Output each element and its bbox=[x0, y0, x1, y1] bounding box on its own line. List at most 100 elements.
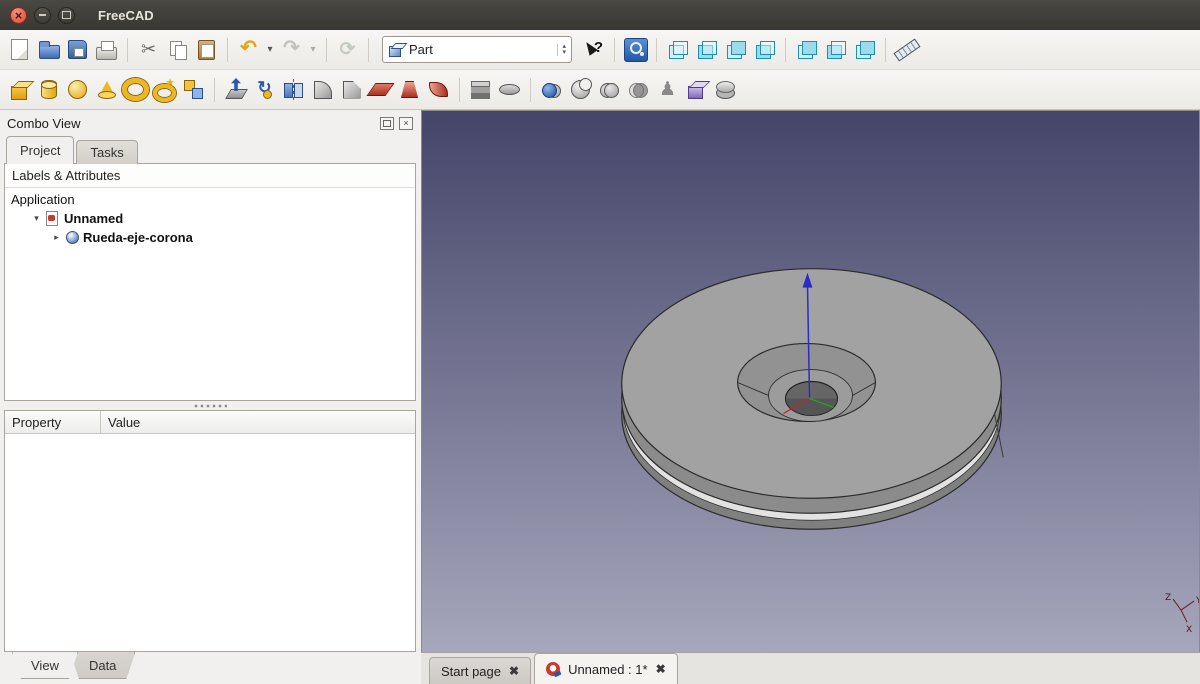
chamfer-icon[interactable] bbox=[338, 76, 365, 103]
property-editor: PropertyValue bbox=[4, 410, 416, 652]
panel-splitter[interactable] bbox=[4, 401, 416, 410]
shape-builder-icon[interactable] bbox=[180, 76, 207, 103]
close-tab-icon[interactable]: ✖ bbox=[509, 664, 519, 678]
toolbar-separator bbox=[785, 38, 786, 62]
mirror-icon[interactable] bbox=[280, 76, 307, 103]
union-icon[interactable] bbox=[596, 76, 623, 103]
redo-icon[interactable] bbox=[278, 36, 305, 63]
toolbar-part bbox=[0, 70, 1200, 110]
expander-closed-icon[interactable]: ▸ bbox=[51, 232, 62, 243]
expander-open-icon[interactable]: ▾ bbox=[31, 213, 42, 224]
combo-view-title: Combo View bbox=[7, 116, 375, 131]
model-tree: Application ▾ Unnamed▸ Rueda-eje-corona bbox=[5, 188, 415, 400]
shape-from-mesh-icon[interactable] bbox=[654, 76, 681, 103]
toolbar-separator bbox=[656, 38, 657, 62]
tree-item-label: Rueda-eje-corona bbox=[83, 230, 193, 245]
tree-item[interactable]: ▾ Unnamed bbox=[5, 209, 415, 228]
view-left-icon[interactable] bbox=[851, 36, 878, 63]
minimize-window-button[interactable] bbox=[34, 7, 51, 24]
close-tab-icon[interactable]: ✖ bbox=[656, 662, 666, 676]
extrude-icon[interactable] bbox=[222, 76, 249, 103]
undo-dropdown-icon[interactable] bbox=[264, 36, 276, 63]
copy-icon[interactable] bbox=[164, 36, 191, 63]
toolbar-separator bbox=[127, 38, 128, 62]
tab-project[interactable]: Project bbox=[6, 136, 74, 164]
close-window-button[interactable]: × bbox=[10, 7, 27, 24]
3d-viewport[interactable]: Z Y X bbox=[421, 110, 1200, 652]
window-title: FreeCAD bbox=[98, 8, 154, 23]
axis-x-label: X bbox=[1186, 625, 1192, 635]
document-tab-label: Start page bbox=[441, 664, 501, 679]
undo-icon[interactable] bbox=[235, 36, 262, 63]
create-primitives-icon[interactable] bbox=[151, 76, 178, 103]
property-table-body[interactable] bbox=[5, 434, 415, 651]
fit-all-icon[interactable] bbox=[622, 36, 649, 63]
make-face-icon[interactable] bbox=[367, 76, 394, 103]
refine-shape-icon[interactable] bbox=[712, 76, 739, 103]
tree-item-label: Application bbox=[11, 192, 75, 207]
view-rear-icon[interactable] bbox=[793, 36, 820, 63]
tab-tasks[interactable]: Tasks bbox=[76, 140, 137, 164]
tree-item-label: Unnamed bbox=[64, 211, 123, 226]
save-icon[interactable] bbox=[64, 36, 91, 63]
view-right-icon[interactable] bbox=[751, 36, 778, 63]
toolbar-separator bbox=[530, 78, 531, 102]
open-file-icon[interactable] bbox=[35, 36, 62, 63]
cut-icon[interactable] bbox=[135, 36, 162, 63]
whats-this-icon[interactable] bbox=[580, 36, 607, 63]
solid-icon bbox=[66, 231, 79, 244]
print-icon[interactable] bbox=[93, 36, 120, 63]
intersection-icon[interactable] bbox=[625, 76, 652, 103]
model-tree-frame: Labels & Attributes Application▾Unnamed▸… bbox=[4, 163, 416, 401]
sweep-icon[interactable] bbox=[425, 76, 452, 103]
property-column-header[interactable]: Value bbox=[101, 411, 415, 433]
box-icon[interactable] bbox=[6, 76, 33, 103]
cone-icon[interactable] bbox=[93, 76, 120, 103]
freecad-icon bbox=[546, 662, 560, 676]
combo-spinner-icon[interactable]: ▴▾ bbox=[557, 44, 566, 56]
toolbar-separator bbox=[459, 78, 460, 102]
tab-view[interactable]: View bbox=[12, 652, 78, 679]
combo-view-panel: Combo View × ProjectTasks Labels & Attri… bbox=[0, 110, 421, 684]
toolbar-separator bbox=[326, 38, 327, 62]
new-document-icon[interactable] bbox=[6, 36, 33, 63]
view-axonometric-icon[interactable] bbox=[664, 36, 691, 63]
sphere-icon[interactable] bbox=[64, 76, 91, 103]
fillet-icon[interactable] bbox=[309, 76, 336, 103]
mdi-area: Z Y X Start page ✖ Unnamed : 1* ✖ bbox=[421, 110, 1200, 684]
redo-dropdown-icon[interactable] bbox=[307, 36, 319, 63]
loft-icon[interactable] bbox=[396, 76, 423, 103]
cut-boolean-icon[interactable] bbox=[567, 76, 594, 103]
torus-icon[interactable] bbox=[122, 76, 149, 103]
document-tab[interactable]: Start page ✖ bbox=[429, 657, 531, 684]
paste-icon[interactable] bbox=[193, 36, 220, 63]
tree-item[interactable]: ▸ Rueda-eje-corona bbox=[5, 228, 415, 247]
float-panel-icon[interactable] bbox=[380, 117, 394, 130]
offset-icon[interactable] bbox=[496, 76, 523, 103]
refresh-icon[interactable] bbox=[334, 36, 361, 63]
tab-data[interactable]: Data bbox=[70, 652, 135, 679]
3d-scene[interactable]: Z Y X bbox=[422, 111, 1199, 652]
measure-distance-icon[interactable] bbox=[893, 36, 920, 63]
document-tab[interactable]: Unnamed : 1* ✖ bbox=[534, 653, 678, 684]
close-panel-icon[interactable]: × bbox=[399, 117, 413, 130]
titlebar: × FreeCAD bbox=[0, 0, 1200, 30]
revolve-icon[interactable] bbox=[251, 76, 278, 103]
toolbar-separator bbox=[885, 38, 886, 62]
property-column-header[interactable]: Property bbox=[5, 411, 101, 433]
cylinder-icon[interactable] bbox=[35, 76, 62, 103]
cross-sections-icon[interactable] bbox=[467, 76, 494, 103]
tree-item[interactable]: Application bbox=[5, 190, 415, 209]
toolbar-standard: Part▴▾ bbox=[0, 30, 1200, 70]
view-top-icon[interactable] bbox=[722, 36, 749, 63]
document-tab-label: Unnamed : 1* bbox=[568, 662, 648, 677]
axis-y-label: Y bbox=[1195, 596, 1199, 606]
workbench-selector[interactable]: Part▴▾ bbox=[382, 36, 572, 63]
toolbar-separator bbox=[214, 78, 215, 102]
convert-to-solid-icon[interactable] bbox=[683, 76, 710, 103]
maximize-window-button[interactable] bbox=[58, 7, 75, 24]
toolbar-separator bbox=[614, 38, 615, 62]
view-bottom-icon[interactable] bbox=[822, 36, 849, 63]
view-front-icon[interactable] bbox=[693, 36, 720, 63]
boolean-icon[interactable] bbox=[538, 76, 565, 103]
